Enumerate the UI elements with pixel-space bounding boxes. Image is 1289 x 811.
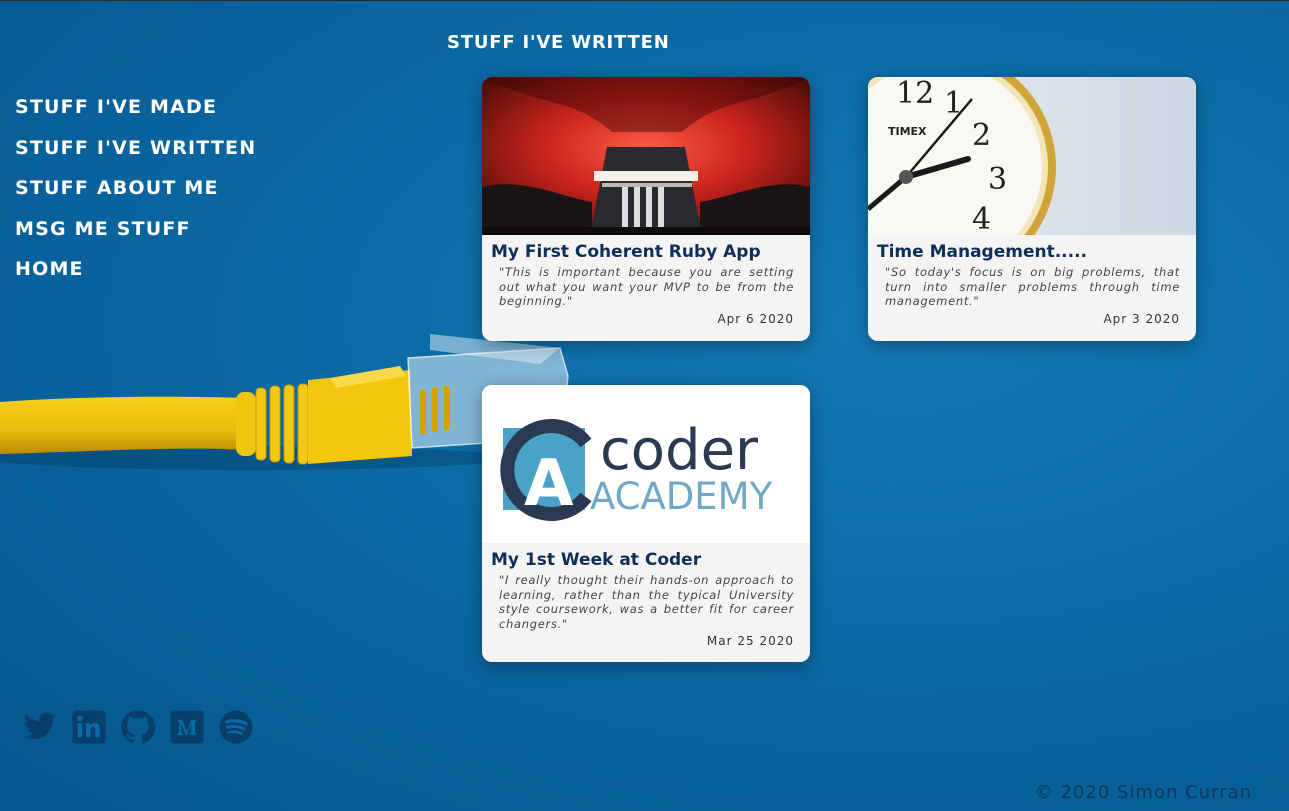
main-nav: STUFF I'VE MADE STUFF I'VE WRITTEN STUFF…	[15, 96, 256, 299]
post-body: Time Management..... "So today's focus i…	[868, 235, 1196, 326]
nav-item-home[interactable]: HOME	[15, 258, 256, 280]
nav-item-stuff-written[interactable]: STUFF I'VE WRITTEN	[15, 137, 256, 159]
linkedin-icon[interactable]	[71, 709, 107, 745]
nav-item-msg-me[interactable]: MSG ME STUFF	[15, 218, 256, 240]
github-icon[interactable]	[120, 709, 156, 745]
post-thumbnail	[482, 77, 810, 235]
logo-letter: A	[524, 447, 574, 521]
post-title[interactable]: Time Management.....	[877, 241, 1180, 263]
logo-word-coder: coder	[600, 418, 759, 483]
post-date: Apr 6 2020	[717, 311, 794, 326]
twitter-icon[interactable]	[22, 709, 58, 745]
post-card[interactable]: A coder ACADEMY My 1st Week at Coder "I …	[482, 385, 810, 662]
svg-text:TIMEX: TIMEX	[888, 125, 927, 138]
nav-item-stuff-made[interactable]: STUFF I'VE MADE	[15, 96, 256, 118]
coder-academy-logo: A coder ACADEMY	[482, 385, 810, 543]
post-title[interactable]: My 1st Week at Coder	[491, 549, 794, 571]
footer-copyright: © 2020 Simon Curran	[1034, 782, 1252, 803]
post-date: Mar 25 2020	[706, 634, 794, 648]
spotify-icon[interactable]	[218, 709, 254, 745]
svg-text:4: 4	[972, 202, 991, 235]
post-card[interactable]: 12 1 2 3 4 TIMEX Time Management..... "S…	[868, 77, 1196, 341]
post-body: My First Coherent Ruby App "This is impo…	[482, 235, 810, 326]
logo-word-academy: ACADEMY	[590, 475, 773, 518]
post-excerpt: "So today's focus is on big problems, th…	[885, 265, 1180, 308]
svg-text:12: 12	[896, 77, 934, 111]
post-excerpt: "This is important because you are setti…	[499, 265, 794, 308]
post-excerpt: "I really thought their hands-on approac…	[499, 573, 794, 631]
post-card[interactable]: My First Coherent Ruby App "This is impo…	[482, 77, 810, 341]
page-title: STUFF I'VE WRITTEN	[447, 32, 670, 53]
social-links	[22, 709, 254, 745]
post-thumbnail: 12 1 2 3 4 TIMEX	[868, 77, 1196, 235]
svg-text:2: 2	[972, 118, 991, 153]
svg-text:3: 3	[988, 162, 1007, 197]
nav-item-about-me[interactable]: STUFF ABOUT ME	[15, 177, 256, 199]
post-date: Apr 3 2020	[1103, 311, 1180, 326]
top-border	[0, 0, 1289, 1]
svg-text:1: 1	[944, 86, 963, 121]
post-body: My 1st Week at Coder "I really thought t…	[482, 543, 810, 648]
medium-icon[interactable]	[169, 709, 205, 745]
post-title[interactable]: My First Coherent Ruby App	[491, 241, 794, 263]
